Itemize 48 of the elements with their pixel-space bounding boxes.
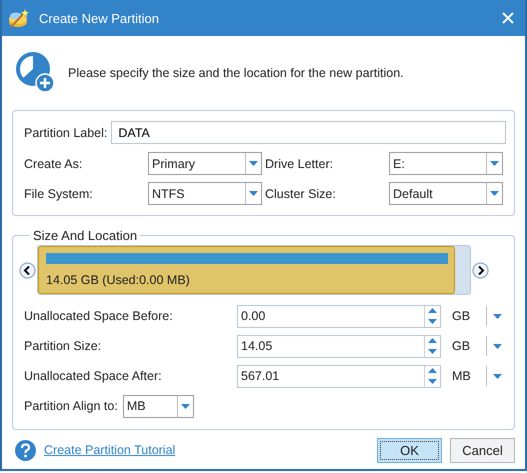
field-label: Partition Size: [24, 339, 102, 353]
caret-icon [490, 191, 499, 196]
partition-label-field[interactable]: DATA [111, 121, 506, 144]
disk-wand-icon [8, 8, 30, 28]
caret-icon [180, 404, 190, 408]
down-arrow-icon[interactable] [428, 378, 437, 384]
dropdown[interactable]: E: [389, 152, 503, 175]
field-label: Unallocated Space After: [24, 369, 163, 383]
field-label: Drive Letter: [265, 156, 334, 170]
field-label: Partition Align to: [24, 399, 118, 413]
spin-field[interactable]: 14.05 [237, 334, 441, 358]
caret-icon [249, 161, 258, 166]
up-arrow-icon[interactable] [428, 308, 437, 314]
field-label: Unallocated Space Before: [24, 309, 174, 323]
down-arrow-icon[interactable] [428, 348, 437, 354]
close-icon[interactable] [501, 11, 515, 25]
dropdown[interactable]: MB [122, 394, 194, 418]
window-title: Create New Partition [39, 10, 160, 26]
unit-label: GB [451, 309, 472, 323]
unit-caret-icon[interactable] [493, 344, 502, 348]
caret-icon [249, 191, 258, 196]
instruction-text: Please specify the size and the location for the new partition. [68, 66, 404, 80]
dropdown[interactable]: NTFS [148, 182, 262, 205]
up-arrow-icon[interactable] [428, 338, 437, 344]
tutorial-link[interactable]: Create Partition Tutorial [44, 443, 176, 457]
spin-field[interactable]: 0.00 [237, 304, 441, 328]
caret-icon [490, 161, 499, 166]
down-arrow-icon[interactable] [428, 318, 437, 324]
dropdown[interactable]: Primary [148, 152, 262, 175]
dialog-button[interactable]: OK [377, 438, 442, 462]
scroll-right-icon[interactable] [472, 262, 489, 278]
dialog-button[interactable]: Cancel [450, 438, 515, 462]
field-label: File System: [24, 186, 94, 200]
field-label: Cluster Size: [265, 186, 337, 200]
unit-label: GB [451, 339, 472, 353]
help-icon[interactable] [15, 440, 36, 460]
spin-field[interactable]: 567.01 [237, 364, 441, 388]
scroll-left-icon[interactable] [19, 262, 36, 278]
group-title: Size And Location [32, 228, 138, 243]
unit-caret-icon[interactable] [493, 314, 502, 318]
pie-chart-add-icon [16, 52, 56, 94]
field-label: Create As: [24, 156, 84, 170]
up-arrow-icon[interactable] [428, 368, 437, 374]
partition-size-text: 14.05 GB (Used:0.00 MB) [46, 273, 191, 287]
dropdown[interactable]: Default [389, 182, 503, 205]
unit-label: MB [451, 369, 472, 383]
unit-caret-icon[interactable] [493, 374, 502, 378]
field-label: Partition Label: [24, 126, 108, 140]
